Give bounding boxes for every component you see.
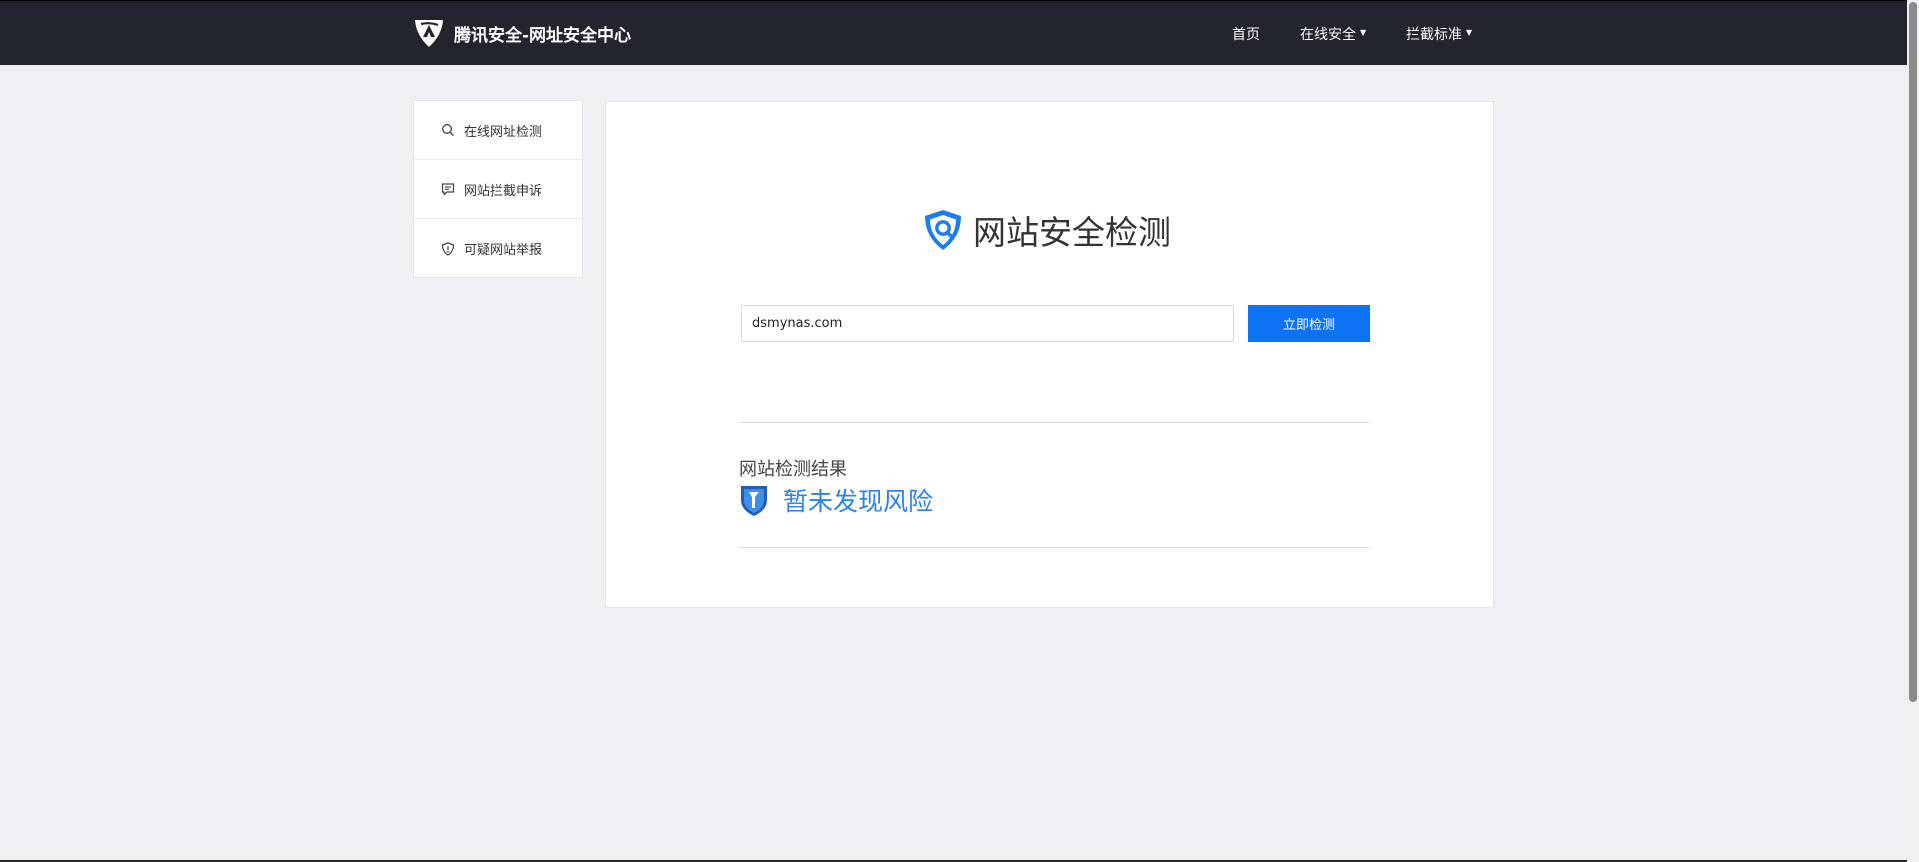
result-label: 网站检测结果 bbox=[739, 459, 847, 480]
main-panel: 网站安全检测 立即检测 网站检测结果 暂未发现风险 bbox=[605, 101, 1494, 608]
shield-search-icon bbox=[925, 210, 961, 250]
result-text: 暂未发现风险 bbox=[783, 487, 934, 516]
brand-title: 腾讯安全-网址安全中心 bbox=[454, 25, 632, 46]
shield-safe-icon bbox=[741, 486, 767, 516]
sidebar-item-block-appeal[interactable]: 网站拦截申诉 bbox=[414, 160, 582, 219]
caret-down-icon: ▼ bbox=[1360, 28, 1367, 37]
caret-down-icon: ▼ bbox=[1466, 28, 1473, 37]
check-now-button[interactable]: 立即检测 bbox=[1248, 305, 1370, 342]
sidebar-item-report-suspicious[interactable]: 可疑网站举报 bbox=[414, 219, 582, 278]
sidebar: 在线网址检测 网站拦截申诉 可疑网站举报 bbox=[413, 100, 583, 278]
divider bbox=[739, 422, 1370, 423]
page-title: 网站安全检测 bbox=[921, 206, 1171, 254]
message-icon bbox=[441, 183, 455, 196]
divider bbox=[739, 547, 1370, 548]
brand[interactable]: 腾讯安全-网址安全中心 bbox=[412, 15, 631, 51]
shield-alert-icon bbox=[441, 241, 455, 256]
scrollbar[interactable] bbox=[1907, 0, 1919, 862]
url-input[interactable] bbox=[741, 305, 1234, 342]
nav-online-security-label: 在线安全 bbox=[1300, 26, 1356, 43]
nav-home[interactable]: 首页 bbox=[1232, 1, 1260, 66]
nav-block-standard-label: 拦截标准 bbox=[1406, 26, 1462, 43]
sidebar-item-label: 可疑网站举报 bbox=[464, 243, 543, 258]
search-icon bbox=[442, 124, 454, 136]
page-title-text: 网站安全检测 bbox=[973, 213, 1171, 252]
nav-online-security[interactable]: 在线安全 ▼ bbox=[1300, 1, 1366, 66]
sidebar-item-online-url-check[interactable]: 在线网址检测 bbox=[414, 101, 582, 160]
scrollbar-thumb[interactable] bbox=[1909, 2, 1917, 702]
top-navigation-bar: 腾讯安全-网址安全中心 首页 在线安全 ▼ 拦截标准 ▼ bbox=[0, 0, 1907, 65]
nav-block-standard[interactable]: 拦截标准 ▼ bbox=[1406, 1, 1472, 66]
sidebar-item-label: 网站拦截申诉 bbox=[464, 183, 543, 199]
result-status: 暂未发现风险 bbox=[739, 482, 933, 518]
nav-home-label: 首页 bbox=[1232, 26, 1260, 43]
tencent-security-logo-icon bbox=[415, 20, 443, 47]
sidebar-item-label: 在线网址检测 bbox=[464, 124, 543, 140]
